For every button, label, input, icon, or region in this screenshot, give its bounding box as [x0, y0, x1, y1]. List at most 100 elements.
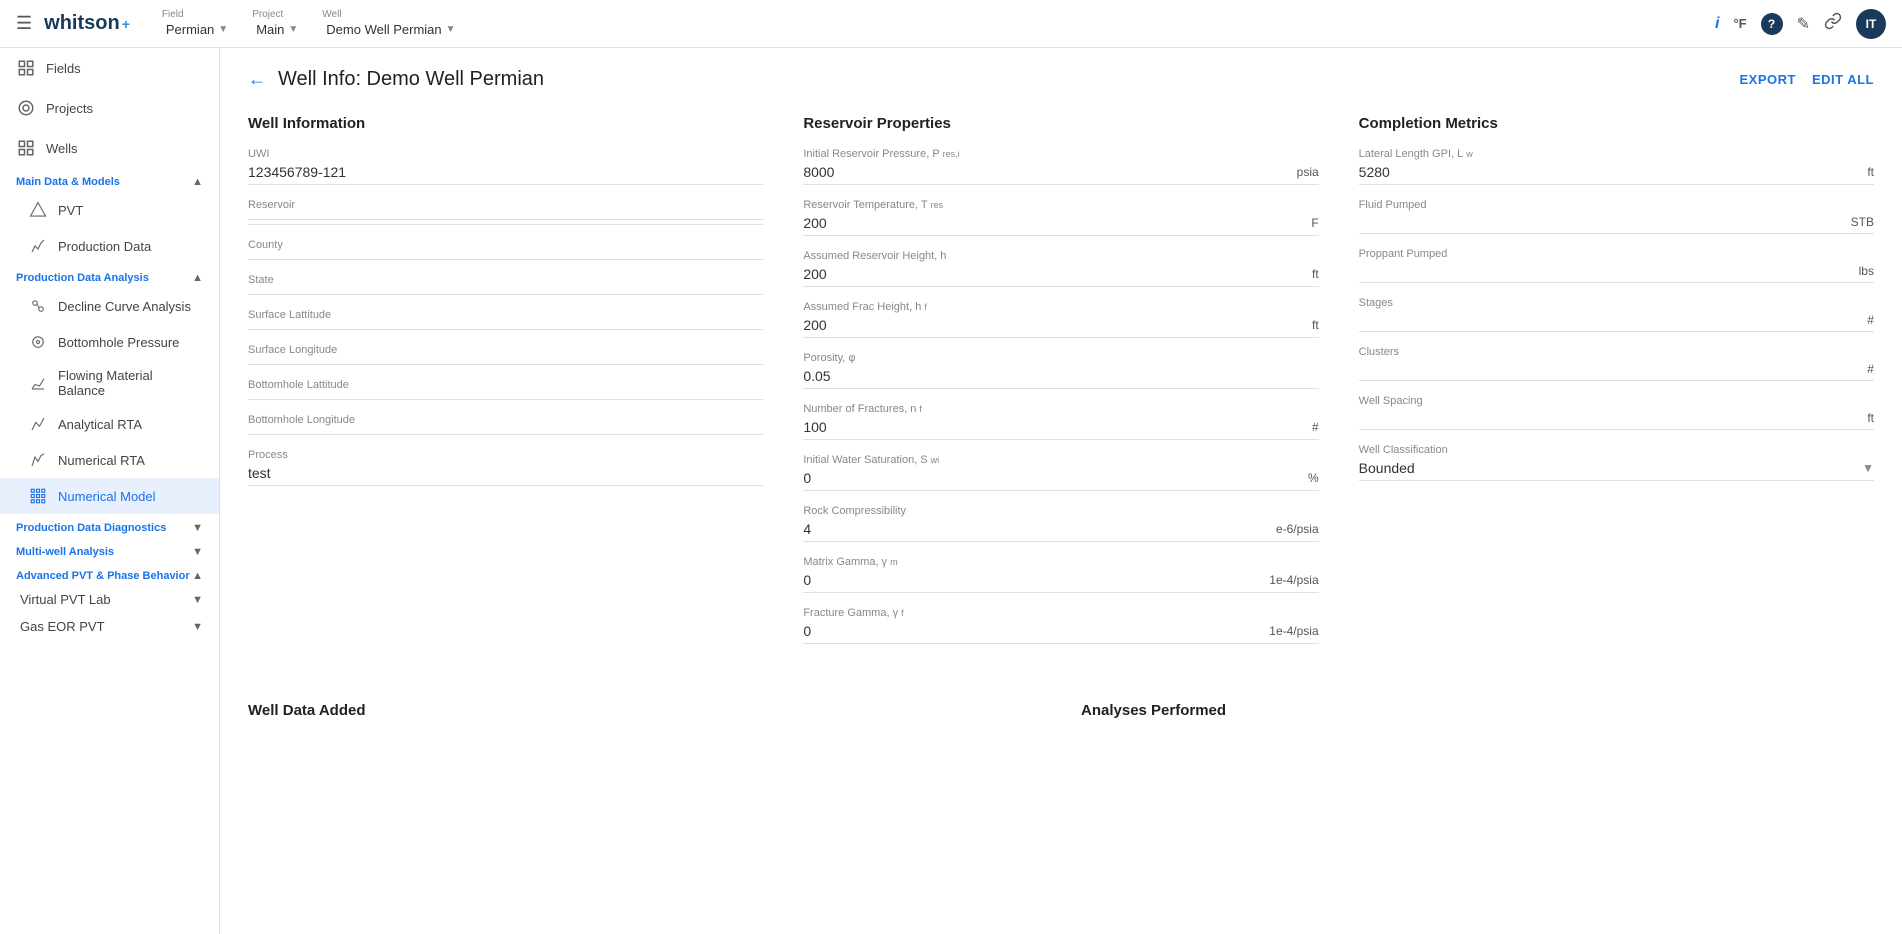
sidebar-item-label-wells: Wells [46, 141, 78, 156]
analyses-performed-section: Analyses Performed [1081, 678, 1874, 719]
wells-icon [16, 138, 36, 158]
sidebar-label-fmb: Flowing Material Balance [58, 368, 203, 398]
sidebar-item-pvt[interactable]: PVT [0, 192, 219, 228]
reservoir-properties-section: Reservoir Properties Initial Reservoir P… [803, 115, 1318, 658]
link-icon[interactable] [1824, 12, 1842, 35]
logo: whitson+ [44, 12, 130, 35]
field-process: Process test [248, 449, 763, 486]
main-content: ← Well Info: Demo Well Permian EXPORT ED… [220, 48, 1902, 934]
bottom-sections: Well Data Added Analyses Performed [248, 678, 1874, 719]
sidebar-label-analytical-rta: Analytical RTA [58, 417, 142, 432]
field-proppant-pumped: Proppant Pumped lbs [1359, 248, 1874, 283]
analyses-performed-title: Analyses Performed [1081, 702, 1874, 719]
field-rock-compressibility: Rock Compressibility 4 e-6/psia [803, 505, 1318, 542]
well-data-added-title: Well Data Added [248, 702, 1041, 719]
production-data-icon [28, 236, 48, 256]
well-dropdown[interactable]: Demo Well Permian ▼ [322, 20, 459, 39]
edit-icon[interactable]: ✎ [1797, 14, 1810, 34]
virtual-pvt-lab-arrow: ▼ [192, 594, 203, 606]
field-assumed-frac-height: Assumed Frac Height, hf 200 ft [803, 301, 1318, 338]
classification-dropdown-arrow: ▼ [1862, 461, 1874, 475]
project-dropdown[interactable]: Main ▼ [252, 20, 302, 39]
edit-all-button[interactable]: EDIT ALL [1812, 72, 1874, 87]
fmb-icon [28, 373, 48, 393]
section-multi-well-analysis[interactable]: Multi-well Analysis ▼ [0, 538, 219, 562]
export-button[interactable]: EXPORT [1740, 72, 1796, 87]
field-surface-lattitude: Surface Lattitude [248, 309, 763, 330]
sidebar-label-pvt: PVT [58, 203, 83, 218]
project-dropdown-arrow: ▼ [288, 24, 298, 35]
sidebar-item-production-data[interactable]: Production Data [0, 228, 219, 264]
field-assumed-reservoir-height: Assumed Reservoir Height, h 200 ft [803, 250, 1318, 287]
sidebar-item-projects[interactable]: Projects [0, 88, 219, 128]
field-initial-water-saturation: Initial Water Saturation, Swi 0 % [803, 454, 1318, 491]
decline-curve-icon [28, 296, 48, 316]
sidebar-label-production-data: Production Data [58, 239, 151, 254]
section-production-data-diagnostics[interactable]: Production Data Diagnostics ▼ [0, 514, 219, 538]
field-selector: Field Permian ▼ [162, 9, 232, 39]
nav-dropdowns: Field Permian ▼ Project Main ▼ Well Demo… [162, 9, 468, 39]
well-information-title: Well Information [248, 115, 763, 132]
project-selector: Project Main ▼ [252, 9, 302, 39]
field-clusters: Clusters # [1359, 346, 1874, 381]
field-state: State [248, 274, 763, 295]
field-well-classification: Well Classification Bounded ▼ [1359, 444, 1874, 481]
sidebar-item-analytical-rta[interactable]: Analytical RTA [0, 406, 219, 442]
sidebar-item-bottomhole-pressure[interactable]: Bottomhole Pressure [0, 324, 219, 360]
reservoir-properties-title: Reservoir Properties [803, 115, 1318, 132]
field-surface-longitude: Surface Longitude [248, 344, 763, 365]
sidebar-item-numerical-rta[interactable]: Numerical RTA [0, 442, 219, 478]
section-main-data-models[interactable]: Main Data & Models ▲ [0, 168, 219, 192]
sidebar-item-fields[interactable]: Fields [0, 48, 219, 88]
section-advanced-pvt[interactable]: Advanced PVT & Phase Behavior ▲ [0, 562, 219, 586]
pvt-icon [28, 200, 48, 220]
sidebar-label-numerical-model: Numerical Model [58, 489, 156, 504]
well-classification-select[interactable]: Bounded ▼ [1359, 460, 1874, 481]
sidebar-item-numerical-model[interactable]: Numerical Model [0, 478, 219, 514]
sidebar-item-decline-curve-analysis[interactable]: Decline Curve Analysis [0, 288, 219, 324]
bottomhole-icon [28, 332, 48, 352]
field-reservoir: Reservoir [248, 199, 763, 225]
avatar[interactable]: IT [1856, 9, 1886, 39]
field-dropdown[interactable]: Permian ▼ [162, 20, 232, 39]
field-dropdown-arrow: ▼ [218, 24, 228, 35]
sidebar-label-bottomhole: Bottomhole Pressure [58, 335, 179, 350]
sidebar-label-virtual-pvt-lab: Virtual PVT Lab [20, 592, 111, 607]
field-uwi: UWI 123456789-121 [248, 148, 763, 185]
help-icon[interactable]: ? [1761, 13, 1783, 35]
field-reservoir-temperature: Reservoir Temperature, Tres 200 F [803, 199, 1318, 236]
sidebar-item-virtual-pvt-lab[interactable]: Virtual PVT Lab ▼ [0, 586, 219, 613]
field-number-fractures: Number of Fractures, nf 100 # [803, 403, 1318, 440]
section-production-data-analysis[interactable]: Production Data Analysis ▲ [0, 264, 219, 288]
field-fluid-pumped: Fluid Pumped STB [1359, 199, 1874, 234]
info-grid: Well Information UWI 123456789-121 Reser… [248, 115, 1874, 658]
hamburger-button[interactable]: ☰ [16, 13, 32, 34]
sidebar-item-wells[interactable]: Wells [0, 128, 219, 168]
numerical-rta-icon [28, 450, 48, 470]
sidebar-item-label-projects: Projects [46, 101, 93, 116]
back-button[interactable]: ← [248, 69, 266, 90]
page-title: Well Info: Demo Well Permian [278, 68, 544, 91]
gas-eor-pvt-arrow: ▼ [192, 621, 203, 633]
well-data-added-section: Well Data Added [248, 678, 1041, 719]
well-dropdown-arrow: ▼ [446, 24, 456, 35]
info-icon[interactable]: i [1715, 15, 1719, 33]
page-header: ← Well Info: Demo Well Permian EXPORT ED… [248, 68, 1874, 91]
sidebar-item-flowing-material-balance[interactable]: Flowing Material Balance [0, 360, 219, 406]
sidebar-label-gas-eor-pvt: Gas EOR PVT [20, 619, 105, 634]
sidebar-item-label-fields: Fields [46, 61, 81, 76]
field-bottomhole-lattitude: Bottomhole Lattitude [248, 379, 763, 400]
sidebar-label-decline-curve: Decline Curve Analysis [58, 299, 191, 314]
numerical-model-icon [28, 486, 48, 506]
well-selector: Well Demo Well Permian ▼ [322, 9, 459, 39]
field-initial-reservoir-pressure: Initial Reservoir Pressure, Pres,i 8000 … [803, 148, 1318, 185]
fields-icon [16, 58, 36, 78]
temperature-icon[interactable]: °F [1733, 16, 1746, 31]
main-layout: Fields Projects Wells Main Data & Models… [0, 48, 1902, 934]
field-porosity: Porosity, φ 0.05 [803, 352, 1318, 389]
field-county: County [248, 239, 763, 260]
projects-icon [16, 98, 36, 118]
top-navigation: ☰ whitson+ Field Permian ▼ Project Main … [0, 0, 1902, 48]
field-matrix-gamma: Matrix Gamma, γm 0 1e-4/psia [803, 556, 1318, 593]
sidebar-item-gas-eor-pvt[interactable]: Gas EOR PVT ▼ [0, 613, 219, 640]
